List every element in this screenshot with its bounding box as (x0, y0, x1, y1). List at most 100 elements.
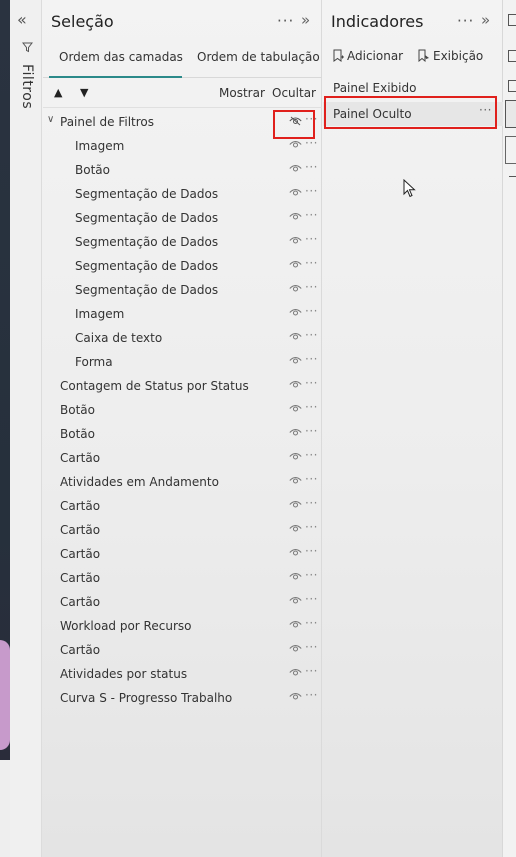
clipped-button[interactable] (505, 136, 516, 164)
layer-name[interactable]: Workload por Recurso (60, 619, 191, 633)
bookmarks-more-options-icon[interactable]: ··· (457, 12, 474, 30)
layer-name[interactable]: Cartão (60, 451, 100, 465)
layer-row[interactable]: Botão ··· (43, 158, 322, 182)
layer-name[interactable]: Botão (75, 163, 110, 177)
visibility-eye-icon[interactable] (289, 356, 302, 365)
add-bookmark-button[interactable]: Adicionar (333, 49, 403, 63)
layer-more-options-icon[interactable]: ··· (305, 616, 318, 630)
layer-more-options-icon[interactable]: ··· (305, 184, 318, 198)
visibility-eye-icon[interactable] (289, 452, 302, 461)
layer-more-options-icon[interactable]: ··· (305, 208, 318, 222)
layer-more-options-icon[interactable]: ··· (305, 280, 318, 294)
hide-all-button[interactable]: Ocultar (272, 86, 316, 100)
layer-more-options-icon[interactable]: ··· (305, 352, 318, 366)
layer-name[interactable]: Painel de Filtros (60, 115, 154, 129)
layer-row[interactable]: Workload por Recurso ··· (43, 614, 322, 638)
layer-row[interactable]: Cartão ··· (43, 542, 322, 566)
visibility-eye-icon[interactable] (289, 188, 302, 197)
layer-more-options-icon[interactable]: ··· (305, 160, 318, 174)
layer-more-options-icon[interactable]: ··· (305, 640, 318, 654)
layer-row[interactable]: Segmentação de Dados ··· (43, 206, 322, 230)
layer-row[interactable]: Caixa de texto ··· (43, 326, 322, 350)
layer-row[interactable]: Curva S - Progresso Trabalho ··· (43, 686, 322, 710)
visibility-eye-icon[interactable] (289, 596, 302, 605)
visibility-eye-icon[interactable] (289, 332, 302, 341)
visibility-eye-icon[interactable] (289, 236, 302, 245)
visibility-eye-icon[interactable] (289, 500, 302, 509)
layer-more-options-icon[interactable]: ··· (305, 232, 318, 246)
layer-row[interactable]: Atividades por status ··· (43, 662, 322, 686)
layer-name[interactable]: Segmentação de Dados (75, 259, 218, 273)
layer-row[interactable]: Atividades em Andamento ··· (43, 470, 322, 494)
visibility-eye-icon[interactable] (289, 476, 302, 485)
filters-pane-collapsed[interactable]: « Filtros (10, 0, 42, 857)
layer-more-options-icon[interactable]: ··· (305, 568, 318, 582)
visibility-eye-icon[interactable] (289, 284, 302, 293)
layer-more-options-icon[interactable]: ··· (305, 328, 318, 342)
visibility-eye-icon[interactable] (289, 428, 302, 437)
tab-layer-order[interactable]: Ordem das camadas (59, 50, 183, 64)
layer-more-options-icon[interactable]: ··· (305, 592, 318, 606)
layer-row[interactable]: Imagem ··· (43, 302, 322, 326)
expand-pane-icon[interactable]: « (17, 10, 27, 29)
visibility-eye-icon[interactable] (289, 620, 302, 629)
layer-row[interactable]: Segmentação de Dados ··· (43, 182, 322, 206)
visibility-eye-icon[interactable] (289, 380, 302, 389)
layer-name[interactable]: Imagem (75, 307, 124, 321)
layer-row[interactable]: Botão ··· (43, 398, 322, 422)
layer-row[interactable]: Cartão ··· (43, 638, 322, 662)
layer-more-options-icon[interactable]: ··· (305, 376, 318, 390)
layer-more-options-icon[interactable]: ··· (305, 448, 318, 462)
move-down-icon[interactable]: ▼ (80, 86, 88, 99)
layer-name[interactable]: Curva S - Progresso Trabalho (60, 691, 232, 705)
layer-more-options-icon[interactable]: ··· (305, 688, 318, 702)
show-all-button[interactable]: Mostrar (219, 86, 265, 100)
layer-row[interactable]: Cartão ··· (43, 446, 322, 470)
layer-row[interactable]: Cartão ··· (43, 518, 322, 542)
tab-tab-order[interactable]: Ordem de tabulação (197, 50, 320, 64)
layer-name[interactable]: Contagem de Status por Status (60, 379, 249, 393)
layer-row[interactable]: Contagem de Status por Status ··· (43, 374, 322, 398)
move-up-icon[interactable]: ▲ (54, 86, 62, 99)
more-options-icon[interactable]: ··· (277, 12, 294, 30)
layer-row[interactable]: Cartão ··· (43, 590, 322, 614)
layer-name[interactable]: Botão (60, 403, 95, 417)
layer-name[interactable]: Atividades em Andamento (60, 475, 219, 489)
layer-name[interactable]: Atividades por status (60, 667, 187, 681)
layer-more-options-icon[interactable]: ··· (305, 424, 318, 438)
visibility-eye-icon[interactable] (289, 164, 302, 173)
layer-more-options-icon[interactable]: ··· (305, 544, 318, 558)
layer-more-options-icon[interactable]: ··· (305, 256, 318, 270)
layer-name[interactable]: Segmentação de Dados (75, 235, 218, 249)
visibility-eye-icon[interactable] (289, 692, 302, 701)
clipped-selected-button[interactable] (505, 100, 516, 128)
layer-name[interactable]: Cartão (60, 595, 100, 609)
layer-name[interactable]: Caixa de texto (75, 331, 162, 345)
layer-more-options-icon[interactable]: ··· (305, 496, 318, 510)
expand-group-chevron-icon[interactable]: ∨ (47, 114, 54, 125)
visibility-eye-icon[interactable] (289, 212, 302, 221)
layer-row[interactable]: Botão ··· (43, 422, 322, 446)
layer-row[interactable]: Forma ··· (43, 350, 322, 374)
visibility-eye-icon[interactable] (289, 548, 302, 557)
bookmarks-collapse-icon[interactable]: » (481, 11, 490, 29)
layer-name[interactable]: Segmentação de Dados (75, 187, 218, 201)
visibility-eye-icon[interactable] (289, 260, 302, 269)
visibility-eye-icon[interactable] (289, 668, 302, 677)
layer-name[interactable]: Cartão (60, 571, 100, 585)
visibility-eye-icon[interactable] (289, 644, 302, 653)
visibility-eye-icon[interactable] (289, 572, 302, 581)
layer-name[interactable]: Imagem (75, 139, 124, 153)
layer-more-options-icon[interactable]: ··· (305, 304, 318, 318)
layer-name[interactable]: Cartão (60, 547, 100, 561)
layer-more-options-icon[interactable]: ··· (305, 520, 318, 534)
layer-row[interactable]: Segmentação de Dados ··· (43, 254, 322, 278)
layer-name[interactable]: Segmentação de Dados (75, 283, 218, 297)
layer-more-options-icon[interactable]: ··· (305, 400, 318, 414)
layer-name[interactable]: Segmentação de Dados (75, 211, 218, 225)
visibility-eye-icon[interactable] (289, 308, 302, 317)
layer-name[interactable]: Cartão (60, 499, 100, 513)
layer-more-options-icon[interactable]: ··· (305, 472, 318, 486)
visibility-eye-icon[interactable] (289, 140, 302, 149)
layer-row[interactable]: Segmentação de Dados ··· (43, 278, 322, 302)
